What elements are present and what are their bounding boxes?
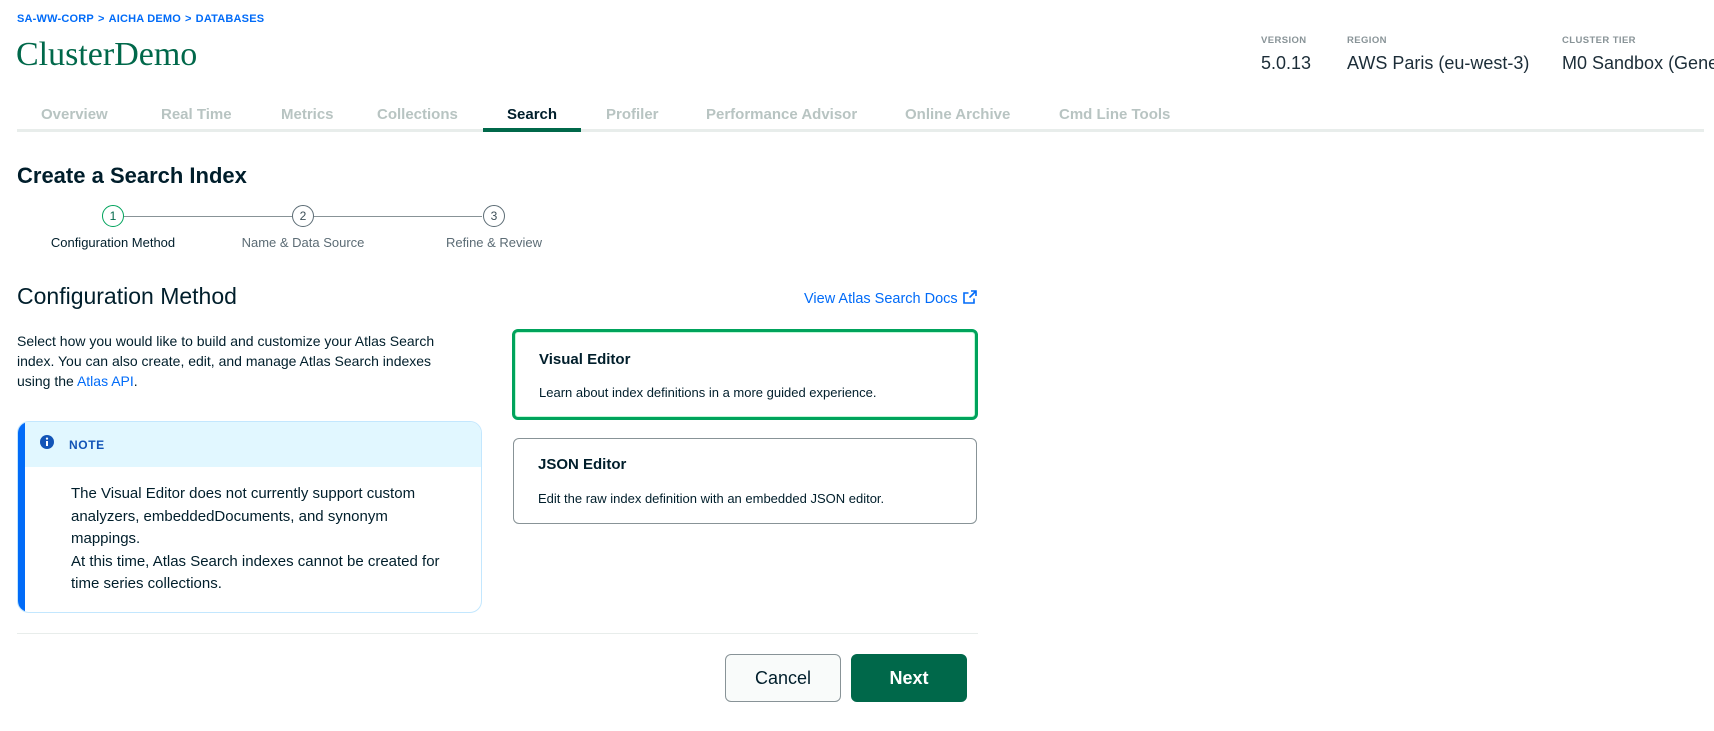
breadcrumb-org[interactable]: SA-WW-CORP: [17, 13, 94, 25]
step-3-circle: 3: [483, 205, 505, 227]
tab-profiler[interactable]: Profiler: [606, 106, 659, 123]
meta-version: VERSION 5.0.13: [1261, 35, 1311, 74]
note-header: NOTE: [25, 422, 481, 467]
tab-online-archive[interactable]: Online Archive: [905, 106, 1010, 123]
meta-tier: CLUSTER TIER M0 Sandbox (General): [1562, 35, 1714, 74]
step-connector: [124, 216, 292, 217]
next-button[interactable]: Next: [851, 654, 967, 702]
meta-version-value: 5.0.13: [1261, 53, 1312, 73]
visual-editor-description: Learn about index definitions in a more …: [539, 385, 877, 400]
meta-tier-value: M0 Sandbox (General): [1562, 53, 1714, 73]
step-3-label: Refine & Review: [445, 235, 543, 250]
step-connector: [314, 216, 482, 217]
visual-editor-title: Visual Editor: [539, 351, 631, 368]
tab-overview[interactable]: Overview: [41, 106, 108, 123]
info-icon: [39, 434, 55, 455]
tab-collections[interactable]: Collections: [377, 106, 458, 123]
configuration-intro: Select how you would like to build and c…: [17, 331, 467, 391]
note-accent-bar: [18, 422, 25, 612]
docs-link-label: View Atlas Search Docs: [804, 291, 958, 307]
breadcrumb-separator: >: [185, 13, 192, 25]
external-link-icon: [962, 290, 977, 308]
view-atlas-search-docs-link[interactable]: View Atlas Search Docs: [804, 290, 977, 308]
configuration-method-heading: Configuration Method: [17, 283, 237, 309]
tab-metrics[interactable]: Metrics: [281, 106, 334, 123]
breadcrumb-separator: >: [97, 13, 105, 25]
note-body: The Visual Editor does not currently sup…: [71, 483, 461, 596]
step-1-label: Configuration Method: [50, 235, 176, 250]
active-tab-indicator: [483, 128, 581, 132]
meta-version-label: VERSION: [1261, 35, 1307, 46]
json-editor-option[interactable]: JSON Editor Edit the raw index definitio…: [513, 438, 977, 524]
footer-divider: [17, 633, 978, 634]
cancel-button[interactable]: Cancel: [725, 654, 841, 702]
breadcrumb-databases[interactable]: DATABASES: [196, 13, 265, 25]
note-callout: NOTE The Visual Editor does not currentl…: [17, 421, 482, 613]
section-title: Create a Search Index: [17, 163, 247, 188]
note-line-2: At this time, Atlas Search indexes canno…: [71, 552, 440, 593]
atlas-api-link[interactable]: Atlas API: [77, 373, 134, 389]
visual-editor-option[interactable]: Visual Editor Learn about index definiti…: [512, 329, 978, 420]
meta-region-label: REGION: [1347, 35, 1387, 46]
page-title: ClusterDemo: [16, 36, 198, 73]
breadcrumb: SA-WW-CORP > AICHA DEMO > DATABASES: [17, 13, 264, 25]
json-editor-title: JSON Editor: [538, 456, 627, 473]
note-line-1: The Visual Editor does not currently sup…: [71, 485, 416, 547]
meta-tier-label: CLUSTER TIER: [1562, 35, 1636, 46]
step-2-label: Name & Data Source: [241, 235, 365, 250]
json-editor-description: Edit the raw index definition with an em…: [538, 491, 885, 506]
step-2-circle: 2: [292, 205, 314, 227]
cluster-tabs: Overview Real Time Metrics Collections S…: [17, 100, 1704, 132]
tab-performance-advisor[interactable]: Performance Advisor: [706, 106, 857, 123]
stepper: 1 2 3 Configuration Method Name & Data S…: [17, 205, 577, 255]
tab-cmd-line-tools[interactable]: Cmd Line Tools: [1059, 106, 1170, 123]
tab-search[interactable]: Search: [507, 106, 557, 123]
intro-end: .: [133, 373, 138, 389]
meta-region: REGION AWS Paris (eu-west-3): [1347, 35, 1529, 74]
step-1-circle: 1: [102, 205, 124, 227]
tab-real-time[interactable]: Real Time: [161, 106, 232, 123]
meta-region-value: AWS Paris (eu-west-3): [1347, 53, 1530, 73]
breadcrumb-project[interactable]: AICHA DEMO: [109, 13, 181, 25]
note-title: NOTE: [69, 437, 105, 452]
